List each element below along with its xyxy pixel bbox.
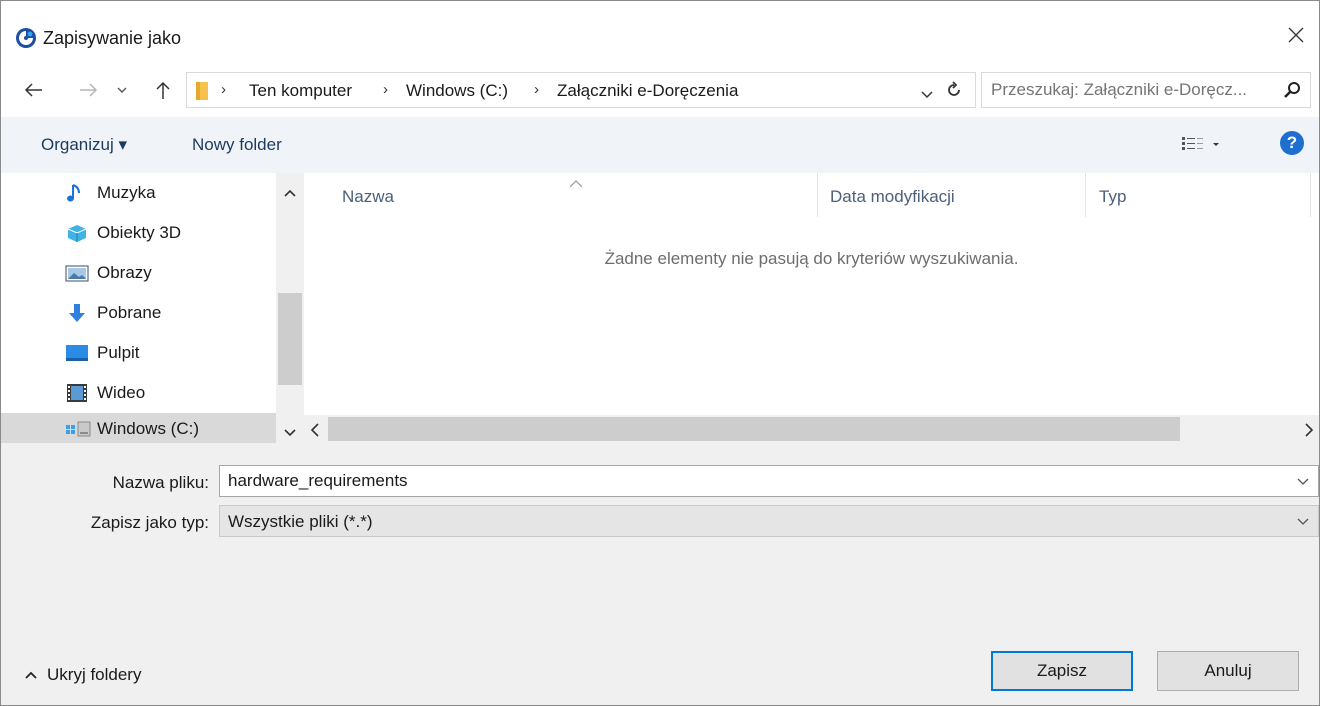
hide-folders-button[interactable]: Ukryj foldery — [25, 665, 141, 685]
window-title: Zapisywanie jako — [43, 28, 182, 48]
cube-3d-icon — [65, 223, 89, 243]
column-header-date-modified[interactable]: Data modyfikacji — [830, 187, 955, 207]
cancel-button[interactable]: Anuluj — [1157, 651, 1299, 691]
sidebar-item-music[interactable]: Muzyka — [1, 173, 276, 213]
close-button[interactable] — [1273, 13, 1319, 57]
drive-icon — [65, 419, 91, 439]
chevron-up-icon — [25, 671, 37, 679]
scroll-left-icon[interactable] — [310, 422, 320, 442]
column-divider[interactable] — [1085, 173, 1086, 217]
view-options-button[interactable] — [1181, 135, 1221, 160]
title-bar: Zapisywanie jako — [1, 1, 1319, 67]
navigation-pane: Muzyka Obiekty 3D Obrazy Pobrane Pulpit — [1, 173, 303, 443]
filename-label: Nazwa pliku: — [112, 473, 209, 492]
scroll-up-icon[interactable] — [284, 183, 296, 203]
sidebar-item-pictures[interactable]: Obrazy — [1, 253, 276, 293]
back-button[interactable] — [19, 75, 47, 105]
breadcrumb-windows-c[interactable]: Windows (C:) — [406, 81, 508, 101]
sidebar-item-3d-objects[interactable]: Obiekty 3D — [1, 213, 276, 253]
breadcrumb-separator: › — [383, 81, 388, 98]
sidebar-item-label: Windows (C:) — [97, 419, 200, 438]
desktop-icon — [65, 343, 89, 363]
sidebar-item-label: Obrazy — [97, 263, 152, 282]
address-dropdown-button[interactable] — [921, 85, 933, 105]
scroll-down-icon[interactable] — [284, 423, 296, 443]
chevron-down-icon — [921, 91, 933, 99]
hide-folders-label: Ukryj foldery — [47, 665, 142, 684]
close-icon — [1288, 27, 1304, 43]
recent-locations-button[interactable] — [113, 75, 131, 105]
file-list: Nazwa Data modyfikacji Typ Żadne element… — [304, 173, 1319, 415]
scrollbar-thumb[interactable] — [278, 293, 302, 385]
column-header-name[interactable]: Nazwa — [342, 187, 394, 207]
column-divider[interactable] — [817, 173, 818, 217]
chevron-down-icon — [117, 87, 127, 93]
column-header-type[interactable]: Typ — [1099, 187, 1126, 207]
folder-icon — [195, 81, 209, 106]
file-type-select[interactable]: Wszystkie pliki (*.*) — [219, 505, 1319, 537]
up-button[interactable] — [149, 75, 177, 105]
file-type-label: Zapisz jako typ: — [90, 513, 209, 532]
new-folder-button[interactable]: Nowy folder — [192, 135, 282, 155]
file-list-scrollbar[interactable] — [304, 415, 1319, 443]
sidebar-item-videos[interactable]: Wideo — [1, 373, 276, 413]
view-options-icon — [1182, 137, 1219, 150]
sidebar-item-label: Wideo — [97, 383, 146, 402]
app-logo-icon — [15, 27, 37, 49]
empty-results-message: Żadne elementy nie pasują do kryteriów w… — [604, 249, 1019, 268]
organize-button[interactable]: Organizuj ▾ — [41, 135, 127, 155]
filename-field[interactable] — [219, 465, 1319, 497]
navigation-pane-scrollbar[interactable] — [276, 173, 304, 443]
save-options-panel: Nazwa pliku: Zapisz jako typ: Wszystkie … — [1, 443, 1319, 705]
scroll-right-icon[interactable] — [1304, 422, 1314, 442]
arrow-left-icon — [24, 83, 42, 97]
video-icon — [65, 383, 89, 403]
chevron-down-icon[interactable] — [1296, 513, 1310, 527]
pictures-icon — [65, 263, 89, 283]
command-bar: Organizuj ▾ Nowy folder ? — [1, 117, 1319, 173]
address-bar[interactable]: › Ten komputer › Windows (C:) › Załączni… — [186, 72, 976, 108]
arrow-right-icon — [80, 83, 98, 97]
sidebar-item-desktop[interactable]: Pulpit — [1, 333, 276, 373]
sidebar-item-label: Obiekty 3D — [97, 223, 182, 242]
sidebar-item-downloads[interactable]: Pobrane — [1, 293, 276, 333]
music-icon — [65, 183, 89, 203]
sort-up-icon — [569, 173, 583, 193]
search-box[interactable] — [981, 72, 1311, 108]
scrollbar-thumb[interactable] — [328, 417, 1180, 441]
arrow-up-icon — [156, 81, 170, 99]
refresh-icon — [948, 81, 960, 96]
search-input[interactable] — [991, 80, 1281, 100]
sidebar-item-label: Muzyka — [97, 183, 156, 202]
sidebar-item-windows-c[interactable]: Windows (C:) — [1, 413, 276, 443]
breadcrumb-separator: › — [221, 81, 226, 98]
chevron-down-icon[interactable] — [1296, 473, 1310, 487]
file-type-value: Wszystkie pliki (*.*) — [228, 512, 373, 531]
column-divider[interactable] — [1310, 173, 1311, 217]
filename-input[interactable] — [228, 471, 1278, 491]
sidebar-item-label: Pulpit — [97, 343, 140, 362]
help-icon[interactable]: ? — [1280, 131, 1304, 155]
breadcrumb-this-pc[interactable]: Ten komputer — [249, 81, 352, 101]
breadcrumb-current-folder[interactable]: Załączniki e-Doręczenia — [557, 81, 738, 101]
save-button[interactable]: Zapisz — [991, 651, 1133, 691]
refresh-button[interactable] — [945, 81, 963, 104]
sidebar-item-label: Pobrane — [97, 303, 162, 322]
save-as-dialog: Zapisywanie jako › Ten komputer › Window… — [0, 0, 1320, 706]
breadcrumb-separator: › — [534, 81, 539, 98]
download-icon — [65, 303, 89, 323]
search-icon[interactable] — [1284, 81, 1302, 104]
forward-button[interactable] — [75, 75, 103, 105]
